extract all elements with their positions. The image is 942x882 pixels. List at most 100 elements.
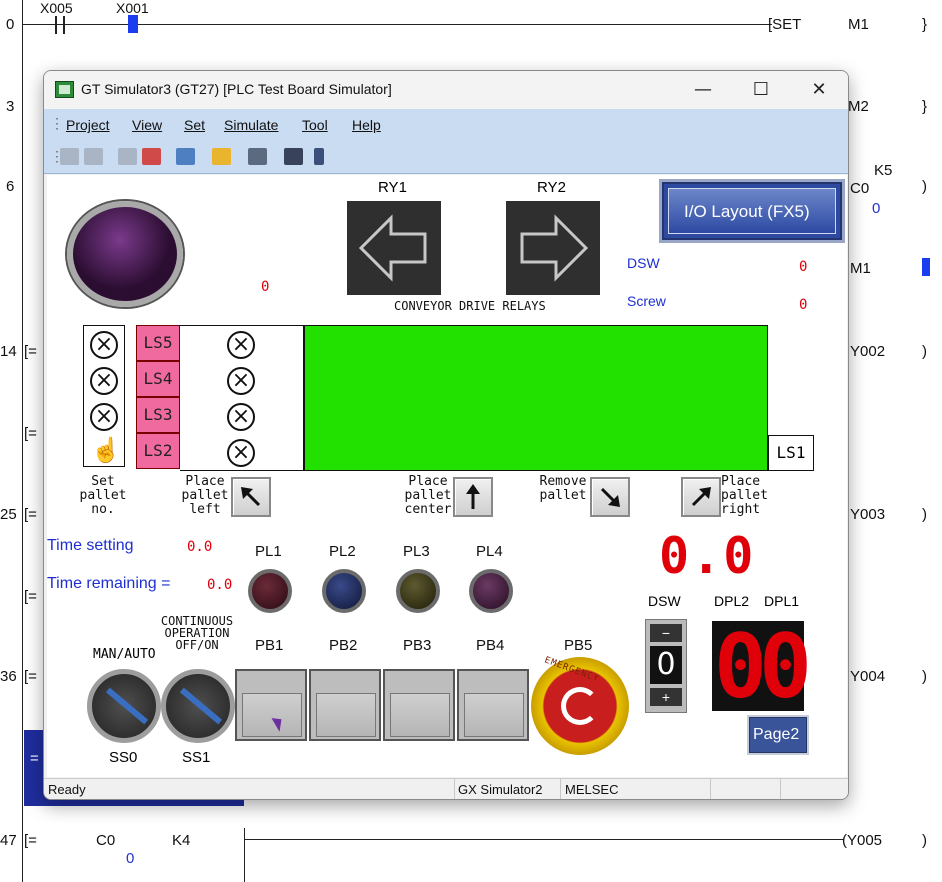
right-bracket-6: )	[922, 178, 927, 195]
status-ready: Ready	[48, 782, 86, 797]
m1-contact-highlight	[922, 258, 930, 276]
left-power-rail	[22, 0, 23, 882]
keyboard-icon[interactable]	[284, 148, 303, 165]
ry2-right-arrow-button[interactable]	[506, 201, 600, 295]
io-layout-button[interactable]: I/O Layout (FX5)	[659, 179, 845, 243]
app-icon	[55, 81, 74, 98]
indicator-lamp-large	[67, 201, 183, 307]
monitor-icon[interactable]	[118, 148, 137, 165]
step-number-14: 14	[0, 343, 17, 360]
remove-pallet-button[interactable]	[590, 477, 630, 517]
window-title: GT Simulator3 (GT27) [PLC Test Board Sim…	[81, 81, 392, 97]
close-button[interactable]: ✕	[796, 75, 842, 105]
menu-help[interactable]: Help	[352, 117, 381, 133]
time-remaining-label: Time remaining =	[47, 575, 171, 592]
dsw-minus-button[interactable]: −	[650, 624, 682, 642]
device-monitor-icon[interactable]	[176, 148, 195, 165]
ls2-sensor[interactable]: LS2	[136, 433, 180, 469]
right-bracket-0: }	[922, 16, 928, 33]
ry1-label: RY1	[378, 179, 407, 196]
toolbar: ⋮	[44, 141, 848, 174]
menu-grip-icon: ⋮	[50, 115, 64, 131]
set-command: [SET	[768, 16, 802, 33]
pb3-label: PB3	[403, 637, 432, 654]
menu-tool[interactable]: Tool	[302, 117, 328, 133]
maximize-button[interactable]: ☐	[738, 75, 784, 105]
contact-x001-highlight	[128, 15, 138, 33]
continuous-operation-label: CONTINUOUS OPERATION OFF/ON	[160, 614, 234, 652]
pb2-button[interactable]	[309, 669, 381, 741]
pl3-label: PL3	[403, 543, 430, 560]
pb4-label: PB4	[476, 637, 505, 654]
page2-label: Page2	[753, 726, 800, 743]
dpl1-label: DPL1	[764, 593, 800, 609]
dpl2-label: DPL2	[714, 593, 750, 609]
status-bar: Ready GX Simulator2 MELSEC	[44, 778, 848, 799]
script-icon[interactable]	[212, 148, 231, 165]
operand-k4: K4	[172, 832, 191, 849]
menu-set[interactable]: Set	[184, 117, 205, 133]
pb1-button[interactable]	[235, 669, 307, 741]
dpl-digits: 00	[714, 615, 812, 718]
pb3-button[interactable]	[383, 669, 455, 741]
device-m1: M1	[848, 16, 869, 33]
remove-pallet-label: Remove pallet	[539, 474, 587, 503]
pl1-label: PL1	[255, 543, 282, 560]
ls3-sensor[interactable]: LS3	[136, 397, 180, 433]
ls5-sensor[interactable]: LS5	[136, 325, 180, 361]
status-divider-2	[560, 779, 561, 799]
screen-icon[interactable]	[248, 148, 267, 165]
device-y003: Y003	[850, 506, 886, 523]
place-left-button[interactable]	[231, 477, 271, 517]
compare-bracket-14: [=	[24, 343, 37, 360]
device-y002: Y002	[850, 343, 886, 360]
minimize-button[interactable]: —	[680, 75, 726, 105]
menu-bar: ⋮ Project View Set Simulate Tool Help	[44, 109, 848, 141]
compare-bracket-14b: [=	[24, 425, 37, 442]
emergency-stop-button[interactable]: EMERGENCY	[531, 655, 629, 755]
ls1-sensor[interactable]: LS1	[768, 435, 814, 471]
pallet-no-x-1-icon: ×	[90, 331, 118, 359]
place-left-label: Place pallet left	[181, 474, 229, 517]
right-bracket-3: }	[922, 98, 928, 115]
place-right-button[interactable]	[681, 477, 721, 517]
start-icon[interactable]	[60, 148, 79, 165]
compare-bracket-25: [=	[24, 506, 37, 523]
dsw-plus-button[interactable]: +	[650, 688, 682, 706]
step-number-0: 0	[6, 16, 15, 33]
ss0-selector-switch[interactable]	[87, 669, 161, 743]
dsw-value: 0	[799, 259, 808, 275]
ss1-selector-switch[interactable]	[161, 669, 235, 743]
menu-project[interactable]: Project	[66, 117, 110, 133]
simulator-window: GT Simulator3 (GT27) [PLC Test Board Sim…	[43, 70, 849, 800]
title-bar[interactable]: GT Simulator3 (GT27) [PLC Test Board Sim…	[44, 71, 848, 109]
arrow-up-right-icon	[691, 487, 711, 507]
ladder-line-row10	[244, 839, 844, 840]
pb4-button[interactable]	[457, 669, 529, 741]
ls4-sensor[interactable]: LS4	[136, 361, 180, 397]
place-center-button[interactable]	[453, 477, 493, 517]
time-display: 0.0	[659, 527, 756, 585]
right-bracket-36: )	[922, 668, 927, 685]
ry1-left-arrow-button[interactable]	[347, 201, 441, 295]
right-bracket-25: )	[922, 506, 927, 523]
left-arrow-icon	[358, 214, 427, 282]
pl4-lamp	[469, 569, 513, 613]
conveyor-label: CONVEYOR DRIVE RELAYS	[394, 299, 546, 313]
menu-view[interactable]: View	[132, 117, 162, 133]
stack-x-2-icon: ×	[227, 367, 255, 395]
toolbar-dropdown-icon[interactable]	[314, 148, 324, 165]
pl1-lamp	[248, 569, 292, 613]
stop-icon[interactable]	[84, 148, 103, 165]
step-number-3: 3	[6, 98, 15, 115]
device-m1-row3: M1	[850, 260, 871, 277]
pb1-label: PB1	[255, 637, 284, 654]
operand-c0-value: 0	[126, 850, 135, 867]
step-number-25: 25	[0, 506, 17, 523]
io-layout-label: I/O Layout (FX5)	[684, 202, 810, 221]
page2-button[interactable]: Page2	[747, 715, 809, 755]
menu-simulate[interactable]: Simulate	[224, 117, 278, 133]
screw-value: 0	[799, 297, 808, 313]
contact-label-x001: X001	[116, 0, 149, 16]
record-icon[interactable]	[142, 148, 161, 165]
